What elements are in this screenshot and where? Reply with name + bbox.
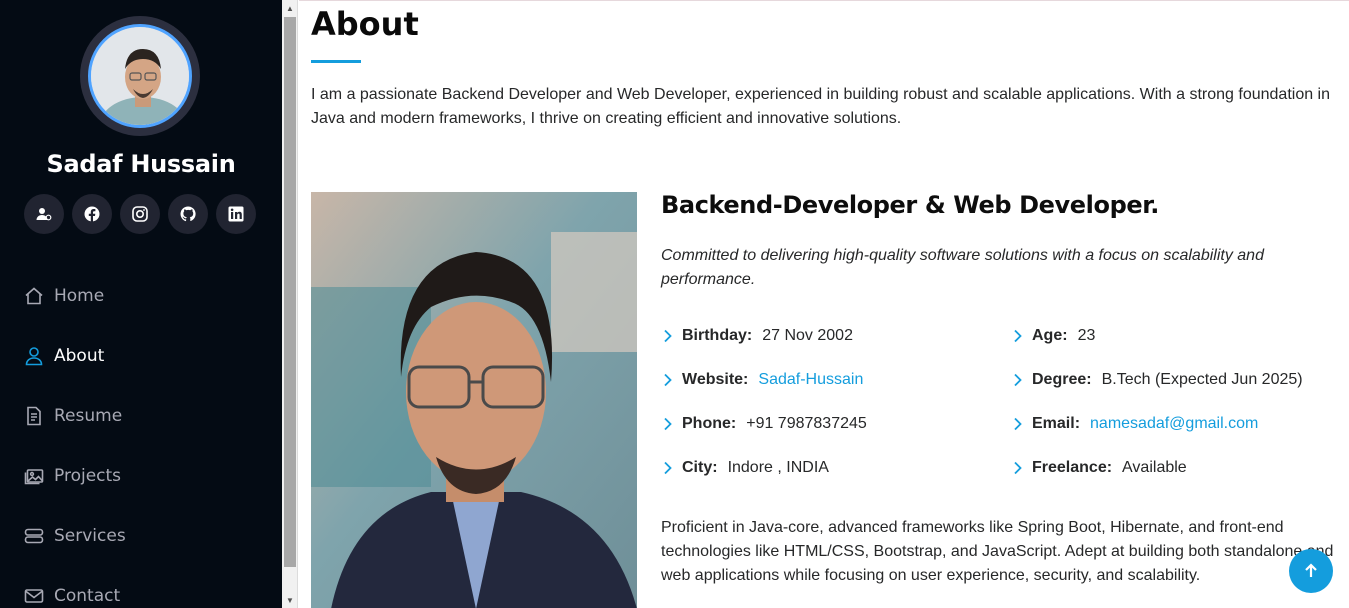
social-links (24, 194, 256, 234)
scroll-down-arrow-icon[interactable]: ▼ (282, 592, 298, 608)
detail-age: Age: 23 (1011, 321, 1095, 351)
about-bio: Proficient in Java-core, advanced framew… (661, 519, 1334, 584)
section-title: About (311, 5, 419, 43)
detail-website: Website: Sadaf-Hussain (661, 365, 863, 395)
about-section: About I am a passionate Backend Develope… (299, 0, 1349, 608)
detail-label: Age: (1032, 327, 1068, 344)
chevron-right-icon (1014, 461, 1022, 475)
detail-city: City: Indore , INDIA (661, 453, 829, 483)
detail-email: Email: namesadaf@gmail.com (1011, 409, 1258, 439)
nav-item-projects[interactable]: Projects (24, 446, 264, 506)
nav-item-label: About (54, 346, 105, 366)
envelope-icon (24, 589, 44, 603)
avatar-image (91, 27, 189, 125)
chevron-right-icon (664, 373, 672, 387)
title-underline (311, 60, 361, 63)
detail-label: Degree: (1032, 371, 1092, 388)
about-intro: I am a passionate Backend Developer and … (311, 86, 1331, 127)
chevron-right-icon (1014, 329, 1022, 343)
nav-item-label: Services (54, 526, 126, 546)
detail-label: City: (682, 459, 718, 476)
chevron-right-icon (664, 329, 672, 343)
detail-phone: Phone: +91 7987837245 (661, 409, 867, 439)
profile-photo (311, 192, 637, 608)
nav-item-label: Projects (54, 466, 122, 486)
facebook-icon[interactable] (72, 194, 112, 234)
avatar-ring (80, 16, 200, 136)
nav-item-label: Resume (54, 406, 123, 426)
detail-label: Email: (1032, 415, 1081, 432)
detail-value: Indore , INDIA (727, 459, 829, 476)
detail-label: Freelance: (1032, 459, 1113, 476)
person-icon (25, 347, 43, 366)
user-card-icon[interactable] (24, 194, 64, 234)
email-link[interactable]: namesadaf@gmail.com (1090, 415, 1258, 433)
profile-name: Sadaf Hussain (46, 150, 236, 178)
server-icon (24, 528, 44, 544)
github-icon[interactable] (168, 194, 208, 234)
detail-birthday: Birthday: 27 Nov 2002 (661, 321, 853, 351)
website-link[interactable]: Sadaf-Hussain (758, 371, 863, 389)
detail-value: 23 (1077, 327, 1096, 344)
scrollbar[interactable]: ▲ ▼ (282, 0, 298, 608)
scroll-up-arrow-icon[interactable]: ▲ (282, 0, 298, 16)
scroll-thumb[interactable] (284, 17, 296, 567)
sidebar-nav: Home About Resume Projects Services Cont… (24, 266, 264, 608)
detail-label: Phone: (682, 415, 737, 432)
nav-item-contact[interactable]: Contact (24, 566, 264, 608)
detail-degree: Degree: B.Tech (Expected Jun 2025) (1011, 365, 1303, 395)
home-icon (25, 287, 43, 305)
detail-freelance: Freelance: Available (1011, 453, 1187, 483)
linkedin-icon[interactable] (216, 194, 256, 234)
arrow-up-icon (1305, 563, 1317, 577)
instagram-icon[interactable] (120, 194, 160, 234)
chevron-right-icon (664, 417, 672, 431)
nav-item-home[interactable]: Home (24, 266, 264, 326)
detail-label: Birthday: (682, 327, 753, 344)
detail-value: 27 Nov 2002 (762, 327, 853, 344)
nav-item-label: Home (54, 286, 105, 306)
nav-item-resume[interactable]: Resume (24, 386, 264, 446)
chevron-right-icon (1014, 417, 1022, 431)
nav-item-services[interactable]: Services (24, 506, 264, 566)
nav-item-about[interactable]: About (24, 326, 264, 386)
detail-value: Available (1122, 459, 1187, 476)
tagline: Committed to delivering high-quality sof… (661, 247, 1264, 288)
detail-value: +91 7987837245 (746, 415, 867, 432)
sidebar: Sadaf Hussain Home About Resume Projects… (0, 0, 282, 608)
file-icon (27, 406, 41, 426)
images-icon (24, 469, 44, 485)
role-heading: Backend-Developer & Web Developer. (661, 191, 1159, 219)
detail-value: B.Tech (Expected Jun 2025) (1101, 371, 1303, 388)
detail-label: Website: (682, 371, 749, 388)
nav-item-label: Contact (54, 586, 121, 606)
avatar (88, 24, 192, 128)
chevron-right-icon (1014, 373, 1022, 387)
back-to-top-button[interactable] (1289, 549, 1333, 593)
chevron-right-icon (664, 461, 672, 475)
